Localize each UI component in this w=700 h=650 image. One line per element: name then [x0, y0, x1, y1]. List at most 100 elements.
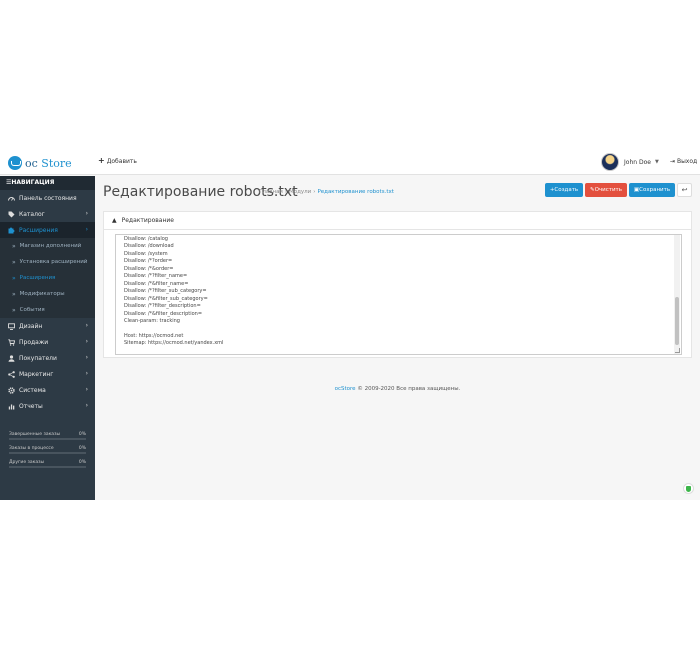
user-icon	[8, 354, 15, 362]
chevron-right-icon: ›	[85, 386, 88, 393]
sidebar-item-label: Покупатели	[19, 354, 57, 362]
avatar	[601, 153, 619, 171]
logo-text: oc Store	[25, 157, 72, 170]
robots-text: Disallow: /catalog Disallow: /download D…	[124, 236, 224, 347]
sidebar-item-label: Продажи	[19, 338, 49, 346]
sidebar-item-marketing[interactable]: Маркетинг ›	[0, 366, 95, 382]
caret-down-icon: ▼	[654, 159, 659, 165]
tag-icon	[8, 211, 15, 218]
submenu-item-label: Установка расширений	[19, 259, 88, 265]
plus-icon: +	[98, 156, 105, 165]
cart-logo-icon	[8, 156, 22, 170]
stat-value: 0%	[78, 431, 86, 437]
logout-label: Выход	[676, 158, 698, 165]
submenu-item-extensions[interactable]: » Расширения	[0, 270, 95, 286]
add-button[interactable]: + Добавить	[98, 157, 137, 165]
save-button[interactable]: ▣ Сохранить	[629, 183, 675, 197]
stat-other: Другие заказы 0%	[9, 458, 86, 468]
sidebar-item-dashboard[interactable]: Панель состояния	[0, 190, 95, 206]
sidebar-item-extensions[interactable]: Расширения ›	[0, 222, 95, 238]
sidebar-item-label: Панель состояния	[19, 194, 77, 202]
sidebar-item-label: Расширения	[19, 226, 58, 234]
breadcrumb: Главная › Модули › Редактирование robots.txt	[259, 189, 394, 195]
textarea-scrollbar[interactable]	[674, 235, 680, 354]
bullet-icon: »	[12, 290, 16, 298]
sidebar-item-system[interactable]: Система ›	[0, 382, 95, 398]
submenu-item-label: Модификаторы	[19, 291, 65, 297]
user-name: John Doe	[624, 158, 651, 166]
clear-label: Очистить	[594, 187, 622, 193]
main-content: Редактирование robots.txt Главная › Модули…	[95, 176, 700, 500]
stat-processing: Заказы в процессе 0%	[9, 444, 86, 454]
monitor-icon	[8, 322, 15, 330]
top-header: oc Store + Добавить John Doe ▼ ⇥ Выход	[0, 150, 700, 175]
footer-brand-link[interactable]: ocStore	[335, 386, 356, 392]
sidebar-item-reports[interactable]: Отчеты ›	[0, 398, 95, 414]
save-label: Сохранить	[639, 187, 671, 193]
stat-value: 0%	[78, 459, 86, 465]
submenu-item-modifications[interactable]: » Модификаторы	[0, 286, 95, 302]
submenu-item-label: Магазин дополнений	[19, 243, 82, 249]
footer: ocStore © 2009-2020 Все права защищены.	[95, 386, 700, 392]
bullet-icon: »	[12, 258, 16, 266]
progress-bar	[9, 466, 86, 468]
logout-link[interactable]: ⇥ Выход	[670, 158, 697, 165]
sign-out-icon: ⇥	[670, 158, 676, 165]
chevron-right-icon: ›	[85, 354, 88, 361]
sidebar-item-catalog[interactable]: Каталог ›	[0, 206, 95, 222]
reply-icon: ↩	[681, 186, 688, 194]
submenu-item-label: Расширения	[19, 275, 56, 281]
create-button[interactable]: + Создать	[545, 183, 583, 197]
panel-heading: ▲ Редактирование	[104, 212, 691, 230]
chevron-right-icon: ›	[85, 322, 88, 329]
submenu-item-installer[interactable]: » Установка расширений	[0, 254, 95, 270]
submenu-item-label: События	[19, 307, 45, 313]
bullet-icon: »	[12, 242, 16, 250]
bullet-icon: »	[12, 274, 16, 282]
add-label: Добавить	[106, 157, 137, 165]
back-button[interactable]: ↩	[677, 183, 692, 197]
chevron-right-icon: ›	[85, 402, 88, 409]
security-badge[interactable]	[683, 483, 694, 494]
edit-panel: ▲ Редактирование Disallow: /catalog Disa…	[103, 211, 692, 358]
stat-completed: Завершенные заказы 0%	[9, 430, 86, 440]
user-menu[interactable]: John Doe ▼	[601, 153, 659, 171]
chevron-right-icon: ›	[85, 370, 88, 377]
logo-prefix: oc	[25, 156, 38, 170]
submenu-item-marketplace[interactable]: » Магазин дополнений	[0, 238, 95, 254]
extensions-submenu: » Магазин дополнений » Установка расширени…	[0, 238, 95, 318]
admin-app: oc Store + Добавить John Doe ▼ ⇥ Выход ☰…	[0, 150, 700, 500]
submenu-item-events[interactable]: » События	[0, 302, 95, 318]
sidebar-item-label: Маркетинг	[19, 370, 54, 378]
sidebar: ☰НАВИГАЦИЯ Панель состояния Каталог › Ра…	[0, 176, 95, 500]
panel-title: Редактирование	[121, 217, 174, 224]
resize-handle[interactable]	[675, 348, 680, 353]
progress-bar	[9, 452, 86, 454]
stat-label: Заказы в процессе	[9, 445, 54, 451]
shield-icon	[686, 485, 691, 492]
progress-bar	[9, 438, 86, 440]
sidebar-item-sales[interactable]: Продажи ›	[0, 334, 95, 350]
logo[interactable]: oc Store	[8, 154, 72, 172]
footer-text: © 2009-2020 Все права защищены.	[357, 386, 461, 392]
puzzle-icon	[8, 227, 15, 234]
clear-button[interactable]: ✎ Очистить	[585, 183, 627, 197]
warning-icon: ▲	[112, 217, 117, 224]
breadcrumb-current[interactable]: Редактирование robots.txt	[317, 189, 393, 195]
sidebar-item-label: Каталог	[19, 210, 45, 218]
cart-icon	[8, 338, 16, 346]
breadcrumb-modules[interactable]: Модули	[289, 189, 311, 195]
scrollbar-thumb[interactable]	[675, 297, 679, 345]
sidebar-item-customers[interactable]: Покупатели ›	[0, 350, 95, 366]
robots-textarea[interactable]: Disallow: /catalog Disallow: /download D…	[115, 234, 682, 355]
stat-value: 0%	[78, 445, 86, 451]
bullet-icon: »	[12, 306, 16, 314]
nav-header: ☰НАВИГАЦИЯ	[0, 176, 95, 190]
share-icon	[8, 370, 15, 378]
sidebar-item-label: Отчеты	[19, 402, 43, 410]
logo-name: Store	[41, 156, 72, 170]
gear-icon	[8, 386, 15, 394]
stat-label: Другие заказы	[9, 459, 45, 465]
sidebar-item-design[interactable]: Дизайн ›	[0, 318, 95, 334]
breadcrumb-home[interactable]: Главная	[259, 189, 283, 195]
